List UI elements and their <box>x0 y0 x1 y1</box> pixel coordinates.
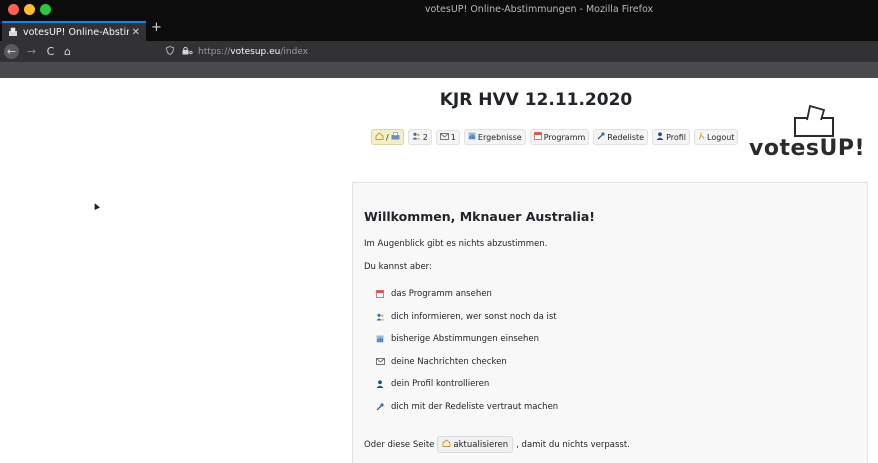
forward-button[interactable]: → <box>24 44 39 59</box>
list-item[interactable]: dich mit der Redeliste vertraut machen <box>374 396 558 419</box>
ballot-box-icon <box>794 104 834 137</box>
home-button[interactable]: ⌂ <box>60 44 75 59</box>
menu-profile[interactable]: Profil <box>652 129 691 145</box>
footer-text-after: , damit du nichts verpasst. <box>516 439 630 450</box>
list-item[interactable]: dich informieren, wer sonst noch da ist <box>374 306 558 329</box>
menu-results-label: Ergebnisse <box>477 132 522 142</box>
menu-program-label: Programm <box>543 132 586 142</box>
menu-speakers-label: Redeliste <box>607 132 645 142</box>
menu-speakers[interactable]: Redeliste <box>593 129 649 145</box>
options-list: das Programm ansehen dich informieren, w… <box>374 283 558 418</box>
user-icon <box>656 132 664 142</box>
home-ballot-icon <box>375 132 384 142</box>
window-titlebar: votesUP! Online-Abstimmungen - Mozilla F… <box>0 0 878 20</box>
people-icon <box>374 313 386 321</box>
list-item[interactable]: bisherige Abstimmungen einsehen <box>374 328 558 351</box>
footer-line: Oder diese Seite aktualisieren , damit d… <box>364 436 630 453</box>
close-tab-icon[interactable]: ✕ <box>132 27 140 38</box>
menu-logout-label: Logout <box>707 132 735 142</box>
page-content: KJR HVV 12.11.2020 / 2 1 Ergebnisse Prog… <box>0 78 878 463</box>
list-item-text: deine Nachrichten checken <box>391 356 507 367</box>
menu-program[interactable]: Programm <box>529 129 590 145</box>
list-item[interactable]: das Programm ansehen <box>374 283 558 306</box>
results-icon <box>468 132 476 142</box>
menu-results[interactable]: Ergebnisse <box>463 129 526 145</box>
url-prefix: https:// <box>198 46 231 57</box>
tab-strip: votesUP! Online-Abstim ✕ + <box>0 20 878 41</box>
tab-votesup[interactable]: votesUP! Online-Abstim ✕ <box>2 21 146 41</box>
ballot-box-icon <box>8 27 18 37</box>
menu-home[interactable]: / <box>371 129 404 145</box>
logout-icon <box>698 132 705 142</box>
list-item-text: dein Profil kontrollieren <box>391 379 490 390</box>
welcome-card: Willkommen, Mknauer Australia! Im Augenb… <box>352 182 868 463</box>
window-title: votesUP! Online-Abstimmungen - Mozilla F… <box>424 4 654 15</box>
envelope-icon <box>374 358 386 366</box>
mouse-cursor <box>92 202 100 210</box>
calendar-icon <box>533 132 542 142</box>
list-item-text: das Programm ansehen <box>391 289 492 300</box>
results-icon <box>374 335 386 343</box>
home-ballot-icon <box>442 439 451 450</box>
logo-text: votesUP! <box>749 136 866 161</box>
footer-text-before: Oder diese Seite <box>364 439 435 450</box>
refresh-button[interactable]: aktualisieren <box>437 436 514 453</box>
user-icon <box>374 380 386 389</box>
reload-button[interactable]: C <box>43 44 58 59</box>
list-item-text: dich mit der Redeliste vertraut machen <box>391 401 559 412</box>
menu-profile-label: Profil <box>666 132 687 142</box>
menu-people-count: 2 <box>422 132 428 142</box>
menu-logout[interactable]: Logout <box>694 129 739 145</box>
menu-people[interactable]: 2 <box>407 129 432 145</box>
url-path: /index <box>280 46 309 57</box>
you-can-text: Du kannst aber: <box>364 262 432 272</box>
back-button[interactable]: ← <box>4 44 19 59</box>
menu-messages-count: 1 <box>450 132 456 142</box>
url-host: votesup.eu <box>230 46 281 57</box>
tab-title: votesUP! Online-Abstim <box>23 26 129 38</box>
microphone-icon <box>374 403 386 411</box>
main-menu: / 2 1 Ergebnisse Programm Redeliste Prof… <box>371 129 739 145</box>
toolbar-spacer <box>0 62 878 78</box>
votesup-logo[interactable]: votesUP! <box>749 104 867 164</box>
envelope-icon <box>439 132 449 142</box>
refresh-button-label: aktualisieren <box>453 439 509 450</box>
ballot-box-icon <box>391 132 400 142</box>
people-icon <box>412 132 421 142</box>
no-vote-text: Im Augenblick gibt es nichts abzustimmen… <box>364 239 548 249</box>
new-tab-button[interactable]: + <box>151 21 162 35</box>
url-bar[interactable]: https://votesup.eu/index <box>166 44 878 59</box>
welcome-heading: Willkommen, Mknauer Australia! <box>364 209 596 224</box>
list-item-text: bisherige Abstimmungen einsehen <box>391 334 540 345</box>
list-item[interactable]: deine Nachrichten checken <box>374 351 558 374</box>
menu-home-label: / <box>386 132 389 142</box>
lock-icon[interactable] <box>182 46 194 58</box>
calendar-icon <box>374 290 386 299</box>
shield-icon[interactable] <box>166 45 174 58</box>
list-item-text: dich informieren, wer sonst noch da ist <box>391 311 557 322</box>
microphone-icon <box>597 132 605 142</box>
list-item[interactable]: dein Profil kontrollieren <box>374 373 558 396</box>
menu-messages[interactable]: 1 <box>435 129 460 145</box>
navigation-bar: ← → C ⌂ https://votesup.eu/index <box>0 41 878 62</box>
page-title: KJR HVV 12.11.2020 <box>439 90 633 110</box>
